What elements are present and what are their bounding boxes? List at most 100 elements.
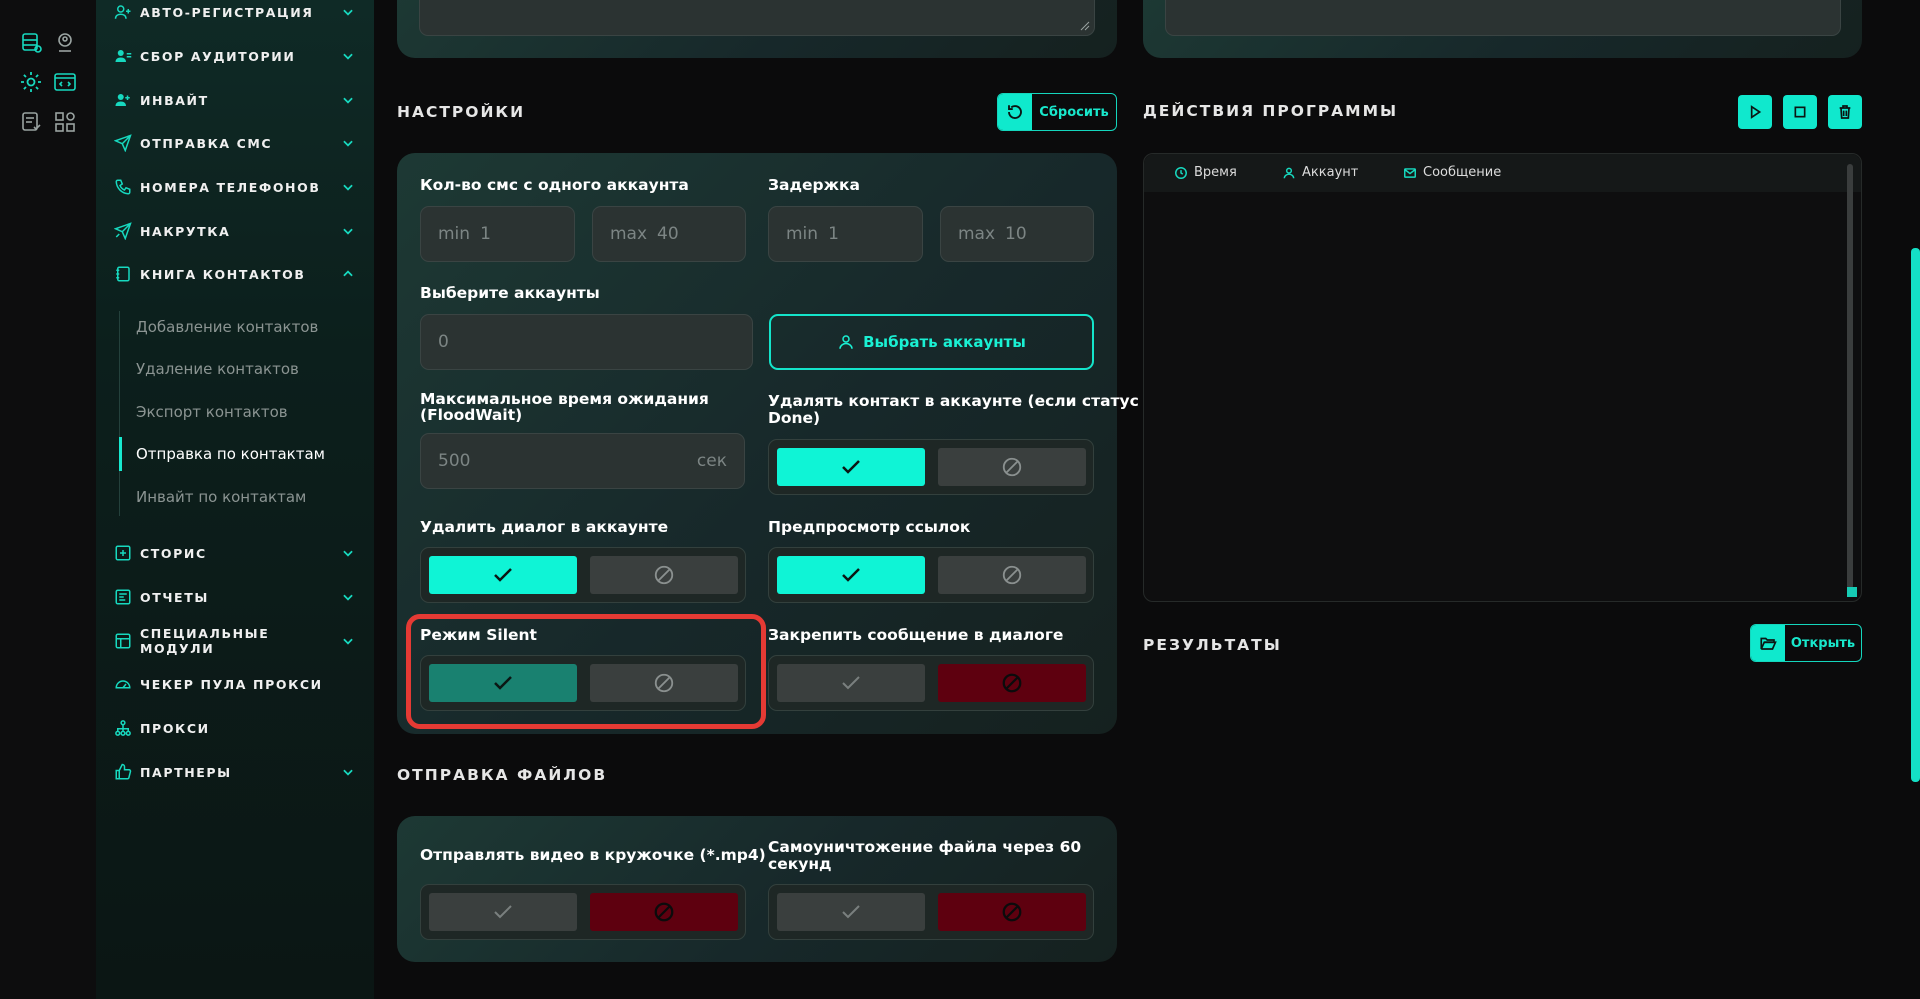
gauge-icon [114, 675, 132, 693]
open-results-button[interactable]: Открыть [1750, 624, 1862, 662]
sidebar-item-partners[interactable]: ПАРТНЕРЫ [114, 757, 356, 787]
log-col-time-label: Время [1194, 165, 1237, 180]
delay-label: Задержка [768, 176, 861, 194]
submenu-line [119, 311, 120, 516]
top-right-panel [1143, 0, 1862, 58]
chevron-down-icon [340, 223, 356, 239]
reset-button[interactable]: Сбросить [997, 93, 1117, 131]
user-circle-icon[interactable] [53, 31, 77, 55]
database-icon[interactable] [19, 31, 43, 55]
chevron-down-icon [340, 92, 356, 108]
sidebar-subitem-delete-contacts[interactable]: Удаление контактов [136, 360, 299, 378]
gear-icon[interactable] [19, 70, 43, 94]
log-col-message: Сообщение [1403, 165, 1501, 180]
check-icon [842, 568, 860, 582]
log-resize-grip[interactable] [1847, 587, 1857, 597]
sidebar-item-label: КНИГА КОНТАКТОВ [140, 266, 306, 282]
user-add-icon [114, 91, 132, 109]
chevron-down-icon [340, 135, 356, 151]
sms-min-input[interactable]: min 1 [420, 206, 575, 262]
chevron-down-icon [340, 589, 356, 605]
modules-icon[interactable] [53, 110, 77, 134]
link-preview-no[interactable] [938, 556, 1086, 594]
sidebar-item-label: СБОР АУДИТОРИИ [140, 48, 296, 64]
stop-button[interactable] [1783, 95, 1817, 129]
log-col-message-label: Сообщение [1423, 165, 1502, 180]
delay-max-input[interactable]: max 10 [940, 206, 1094, 262]
floodwait-input[interactable]: 500 сек [420, 433, 745, 489]
min-placeholder: min [786, 224, 819, 244]
list-check-icon[interactable] [19, 110, 43, 134]
ban-icon [1002, 902, 1022, 922]
play-button[interactable] [1738, 95, 1772, 129]
self-destruct-yes[interactable] [777, 893, 925, 931]
sidebar-item-label: НОМЕРА ТЕЛЕФОНОВ [140, 179, 321, 195]
user-icon [839, 335, 853, 349]
sms-max-input[interactable]: max 40 [592, 206, 746, 262]
open-label: Открыть [1790, 635, 1856, 651]
folder-open-icon [1751, 625, 1785, 661]
sidebar: АВТО-РЕГИСТРАЦИЯ СБОР АУДИТОРИИ ИНВАЙТ О… [96, 0, 374, 999]
resize-handle-icon[interactable] [1080, 21, 1090, 31]
sidebar-item-label: СТОРИС [140, 545, 207, 561]
report-icon [114, 588, 132, 606]
self-destruct-toggle [768, 884, 1094, 940]
message-textarea[interactable] [419, 0, 1095, 36]
top-right-field[interactable] [1165, 0, 1841, 36]
sidebar-item-label: ОТЧЕТЫ [140, 589, 209, 605]
video-circle-no[interactable] [590, 893, 738, 931]
max-placeholder: max [958, 224, 996, 244]
sidebar-item-auto-registration[interactable]: АВТО-РЕГИСТРАЦИЯ [114, 0, 356, 27]
program-actions-title: ДЕЙСТВИЯ ПРОГРАММЫ [1143, 102, 1399, 120]
pin-message-yes[interactable] [777, 664, 925, 702]
sidebar-item-boost[interactable]: НАКРУТКА [114, 216, 356, 246]
sidebar-item-proxy-checker[interactable]: ЧЕКЕР ПУЛА ПРОКСИ [114, 669, 356, 699]
delete-dialog-label: Удалить диалог в аккаунте [420, 518, 669, 536]
ban-icon [1002, 457, 1022, 477]
sidebar-item-phone-numbers[interactable]: НОМЕРА ТЕЛЕФОНОВ [114, 172, 356, 202]
users-icon [114, 47, 132, 65]
sidebar-item-label: ПРОКСИ [140, 720, 210, 736]
delay-min-input[interactable]: min 1 [768, 206, 923, 262]
accounts-count-input[interactable]: 0 [420, 314, 753, 370]
sms-per-account-label: Кол-во смс с одного аккаунта [420, 176, 689, 194]
delete-dialog-yes[interactable] [429, 556, 577, 594]
chevron-up-icon [340, 266, 356, 282]
delay-max-value: 10 [1005, 224, 1027, 244]
sidebar-item-reports[interactable]: ОТЧЕТЫ [114, 582, 356, 612]
clear-log-button[interactable] [1828, 95, 1862, 129]
check-icon [842, 905, 860, 919]
sidebar-item-special-modules[interactable]: СПЕЦИАЛЬНЫЕ МОДУЛИ [114, 626, 356, 656]
floodwait-label-line2: (FloodWait) [420, 406, 523, 424]
page-scrollbar[interactable] [1911, 248, 1920, 782]
delete-contact-no[interactable] [938, 448, 1086, 486]
message-panel [397, 0, 1117, 58]
link-preview-yes[interactable] [777, 556, 925, 594]
chevron-down-icon [340, 48, 356, 64]
log-col-account-label: Аккаунт [1302, 165, 1359, 180]
delete-contact-yes[interactable] [777, 448, 925, 486]
sidebar-item-proxy[interactable]: ПРОКСИ [114, 713, 356, 743]
sidebar-subitem-send-to-contacts[interactable]: Отправка по контактам [136, 445, 325, 463]
sidebar-item-stories[interactable]: СТОРИС [114, 538, 356, 568]
floodwait-label-line1: Максимальное время ожидания [420, 390, 709, 408]
sidebar-item-contact-book[interactable]: КНИГА КОНТАКТОВ [114, 259, 356, 289]
pin-message-no[interactable] [938, 664, 1086, 702]
sidebar-item-label: ЧЕКЕР ПУЛА ПРОКСИ [140, 676, 323, 692]
sidebar-item-audience[interactable]: СБОР АУДИТОРИИ [114, 41, 356, 71]
delete-dialog-no[interactable] [590, 556, 738, 594]
self-destruct-no[interactable] [938, 893, 1086, 931]
sidebar-subitem-add-contacts[interactable]: Добавление контактов [136, 318, 318, 336]
select-accounts-button[interactable]: Выбрать аккаунты [769, 314, 1094, 370]
video-circle-yes[interactable] [429, 893, 577, 931]
sidebar-item-invite[interactable]: ИНВАЙТ [114, 85, 356, 115]
delete-contact-toggle [768, 439, 1094, 495]
sidebar-item-send-sms[interactable]: ОТПРАВКА СМС [114, 128, 356, 158]
sidebar-subitem-export-contacts[interactable]: Экспорт контактов [136, 403, 288, 421]
boost-icon [114, 222, 132, 240]
code-window-icon[interactable] [53, 70, 77, 94]
sidebar-subitem-invite-contacts[interactable]: Инвайт по контактам [136, 488, 306, 506]
delete-contact-label-line1: Удалять контакт в аккаунте (если статус [768, 392, 1139, 410]
floodwait-value: 500 [438, 451, 471, 471]
log-scrollbar[interactable] [1847, 164, 1853, 589]
